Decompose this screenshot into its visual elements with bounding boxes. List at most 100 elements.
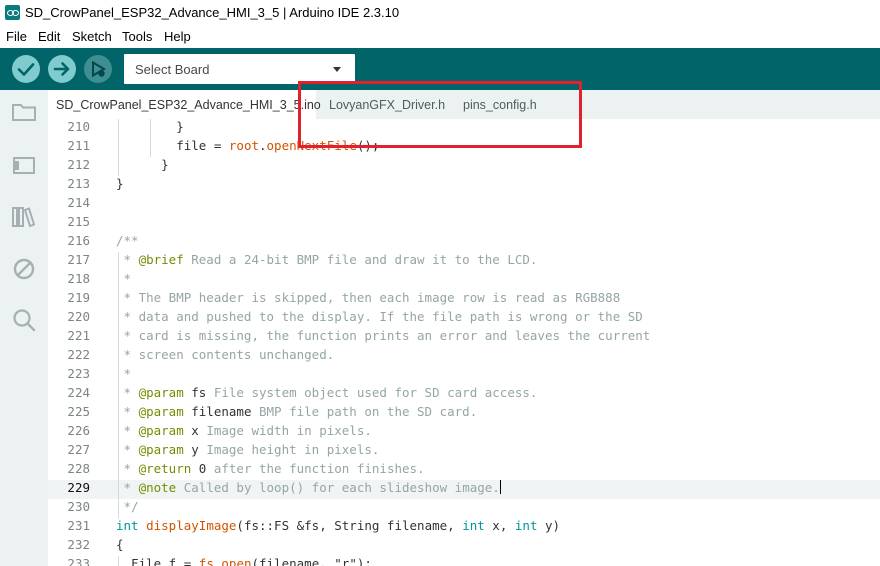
code-token: @return — [138, 461, 192, 476]
code-line[interactable]: 231 int displayImage(fs::FS &fs, String f… — [48, 518, 880, 537]
code-token: . — [259, 138, 267, 153]
code-text: /** — [116, 233, 139, 248]
code-token: File f = — [116, 556, 199, 566]
menu-sketch[interactable]: Sketch — [72, 29, 112, 44]
line-number: 215 — [67, 214, 90, 229]
code-line[interactable]: 213} — [48, 176, 880, 195]
menu-tools[interactable]: Tools — [122, 29, 152, 44]
tab-main-sketch[interactable]: SD_CrowPanel_ESP32_Advance_HMI_3_5.ino — [48, 90, 321, 119]
code-token: (filename, "r"); — [251, 556, 372, 566]
code-token: open — [221, 556, 252, 566]
line-number: 216 — [67, 233, 90, 248]
code-line[interactable]: 216 /** — [48, 233, 880, 252]
code-token: file = — [116, 138, 229, 153]
arrow-right-icon — [53, 62, 70, 76]
code-line[interactable]: 218 * — [48, 271, 880, 290]
code-line[interactable]: 222 * screen contents unchanged. — [48, 347, 880, 366]
code-token: @brief — [138, 252, 184, 267]
code-line[interactable]: 223 * — [48, 366, 880, 385]
code-text: * @param fs File system object used for … — [116, 385, 538, 400]
code-line[interactable]: 227 * @param y Image height in pixels. — [48, 442, 880, 461]
code-token: y) — [537, 518, 561, 533]
board-select-label: Select Board — [135, 62, 210, 77]
code-line[interactable]: 224 * @param fs File system object used … — [48, 385, 880, 404]
debug-button[interactable] — [84, 55, 112, 83]
code-token: */ — [116, 499, 139, 514]
code-token: * — [116, 480, 139, 495]
code-text: int displayImage(fs::FS &fs, String file… — [116, 518, 560, 533]
code-token: Image height in pixels. — [198, 442, 380, 457]
debug-play-icon — [92, 60, 106, 78]
line-number: 210 — [67, 119, 90, 134]
code-token: * — [116, 442, 139, 457]
board-manager-icon[interactable] — [10, 151, 38, 179]
code-token: 0 — [191, 461, 207, 476]
code-token: @param — [138, 423, 184, 438]
checkmark-icon — [17, 63, 35, 76]
line-number: 232 — [67, 537, 90, 552]
code-token: @note — [138, 480, 177, 495]
code-token: BMP file path on the SD card. — [251, 404, 478, 419]
code-line[interactable]: 212 } — [48, 157, 880, 176]
code-token: int — [116, 518, 139, 533]
verify-button[interactable] — [12, 55, 40, 83]
line-number: 214 — [67, 195, 90, 210]
code-text: * @param filename BMP file path on the S… — [116, 404, 478, 419]
code-token: filename — [183, 404, 252, 419]
code-text: * @return 0 after the function finishes. — [116, 461, 425, 476]
code-text: } — [116, 119, 184, 134]
folder-icon[interactable] — [10, 98, 38, 126]
line-number: 222 — [67, 347, 90, 362]
code-line[interactable]: 232 { — [48, 537, 880, 556]
library-icon[interactable] — [10, 203, 38, 231]
chevron-down-icon — [333, 67, 341, 72]
code-line[interactable]: 221 * card is missing, the function prin… — [48, 328, 880, 347]
code-token: * The BMP header is skipped, then each i… — [116, 290, 621, 305]
upload-button[interactable] — [48, 55, 76, 83]
line-number: 230 — [67, 499, 90, 514]
code-line[interactable]: 214 — [48, 195, 880, 214]
code-text: * — [116, 271, 132, 286]
code-token: /** — [116, 233, 139, 248]
code-token: { — [116, 537, 124, 552]
search-icon[interactable] — [10, 306, 38, 334]
code-line[interactable]: 228 * @return 0 after the function finis… — [48, 461, 880, 480]
line-number: 218 — [67, 271, 90, 286]
board-select[interactable]: Select Board — [124, 54, 355, 84]
code-text: * @param x Image width in pixels. — [116, 423, 372, 438]
code-line[interactable]: 226 * @param x Image width in pixels. — [48, 423, 880, 442]
line-number: 223 — [67, 366, 90, 381]
line-number: 212 — [67, 157, 90, 172]
title-bar: SD_CrowPanel_ESP32_Advance_HMI_3_5 | Ard… — [0, 0, 880, 25]
code-editor[interactable]: 210 } 211 file = root.openNextFile(); 212 … — [48, 119, 880, 566]
annotation-highlight-box — [298, 81, 582, 148]
code-text: * @brief Read a 24-bit BMP file and draw… — [116, 252, 538, 267]
menu-edit[interactable]: Edit — [38, 29, 60, 44]
code-token: int — [514, 518, 538, 533]
code-text: } — [116, 157, 169, 172]
text-cursor — [499, 480, 501, 494]
code-text: * The BMP header is skipped, then each i… — [116, 290, 621, 305]
code-token: Read a 24-bit BMP file and draw it to th… — [183, 252, 538, 267]
code-line[interactable]: 225 * @param filename BMP file path on t… — [48, 404, 880, 423]
code-line[interactable]: 230 */ — [48, 499, 880, 518]
arduino-logo-icon — [5, 5, 20, 20]
code-token: after the function finishes. — [206, 461, 425, 476]
code-token: x — [183, 423, 199, 438]
menu-help[interactable]: Help — [164, 29, 191, 44]
code-token: } — [116, 176, 124, 191]
menu-file[interactable]: File — [6, 29, 27, 44]
line-number: 228 — [67, 461, 90, 476]
code-text: { — [116, 537, 124, 552]
code-line[interactable]: 215 — [48, 214, 880, 233]
debug-off-icon[interactable] — [10, 255, 38, 283]
code-line[interactable]: 220 * data and pushed to the display. If… — [48, 309, 880, 328]
code-line-current[interactable]: 229 * @note Called by loop() for each sl… — [48, 480, 880, 499]
code-text: File f = fs.open(filename, "r"); — [116, 556, 372, 566]
code-token: File system object used for SD card acce… — [206, 385, 538, 400]
code-line[interactable]: 217 * @brief Read a 24-bit BMP file and … — [48, 252, 880, 271]
code-token: fs — [183, 385, 207, 400]
code-line[interactable]: 219 * The BMP header is skipped, then ea… — [48, 290, 880, 309]
code-line[interactable]: 233 File f = fs.open(filename, "r"); — [48, 556, 880, 566]
code-text: } — [116, 176, 124, 191]
